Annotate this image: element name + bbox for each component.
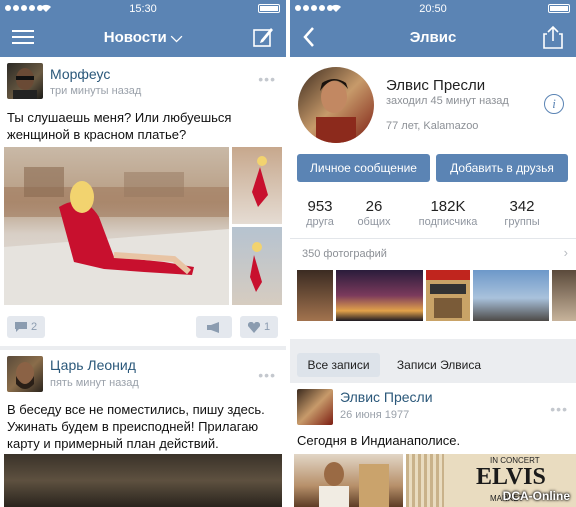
status-bar: 15:30 [0, 0, 286, 17]
post-photo[interactable] [294, 454, 403, 507]
comments-button[interactable]: 2 [7, 316, 45, 338]
like-button[interactable]: 1 [240, 316, 278, 338]
post-text: Сегодня в Индианаполисе. [297, 433, 461, 448]
photo-thumbnail[interactable] [426, 270, 470, 321]
message-button[interactable]: Личное сообщение [297, 154, 430, 182]
signal-icon [5, 5, 43, 11]
navigation-bar: Новости ⌵ [0, 17, 286, 57]
post-photo-3[interactable] [232, 227, 282, 305]
photo-thumbnail[interactable] [552, 270, 576, 321]
more-options-icon[interactable]: ••• [550, 401, 568, 417]
tab-all-posts[interactable]: Все записи [297, 353, 380, 377]
wifi-icon [330, 4, 342, 15]
profile-avatar[interactable] [298, 67, 374, 143]
profile-meta: 77 лет, Kalamazoo [386, 120, 479, 132]
navigation-bar: Элвис [290, 17, 576, 57]
post-photo-main[interactable] [4, 147, 229, 305]
status-time: 15:30 [129, 2, 157, 15]
avatar[interactable] [297, 389, 333, 425]
compose-icon[interactable] [252, 25, 274, 49]
post-time: пять минут назад [50, 377, 139, 389]
add-friend-button[interactable]: Добавить в друзья [436, 154, 568, 182]
signal-icon [295, 5, 333, 11]
stat-friends[interactable]: 953 друга [290, 198, 350, 228]
post-time: три минуты назад [50, 85, 142, 97]
last-seen: заходил 45 минут назад [386, 95, 509, 107]
avatar[interactable] [7, 356, 43, 392]
photo-thumbnail[interactable] [473, 270, 549, 321]
back-icon[interactable] [302, 26, 324, 48]
stat-followers[interactable]: 182K подписчика [412, 198, 484, 228]
feed-post: Морфеус три минуты назад ••• Ты слушаешь… [0, 57, 286, 346]
menu-icon[interactable] [12, 26, 34, 48]
battery-icon [548, 4, 570, 13]
watermark: DCA-Online [502, 489, 570, 503]
share-icon[interactable] [542, 25, 564, 49]
wifi-icon [40, 4, 52, 15]
post-author[interactable]: Элвис Пресли [340, 389, 433, 405]
share-button[interactable] [196, 316, 232, 338]
status-bar: 20:50 [290, 0, 576, 17]
page-title: Элвис [409, 28, 457, 46]
tab-elvis-posts[interactable]: Записи Элвиса [386, 353, 492, 377]
info-icon[interactable]: i [544, 94, 564, 114]
photo-thumbnail[interactable] [336, 270, 423, 321]
more-options-icon[interactable]: ••• [258, 71, 276, 87]
battery-icon [258, 4, 280, 13]
chevron-right-icon[interactable]: › [564, 245, 568, 260]
more-options-icon[interactable]: ••• [258, 367, 276, 383]
status-time: 20:50 [419, 2, 447, 15]
post-text: Ты слушаешь меня? Или любуешься женщиной… [7, 110, 232, 142]
profile-screen: 20:50 Элвис Элвис Пресли заходил 45 мину… [290, 0, 576, 507]
photos-count[interactable]: 350 фотографий [302, 248, 387, 260]
post-actions: 2 1 [0, 309, 286, 343]
comment-icon [14, 322, 27, 332]
separator [290, 238, 576, 239]
post-photo-2[interactable] [232, 147, 282, 224]
post-author[interactable]: Морфеус [50, 66, 110, 82]
profile-name: Элвис Пресли [386, 77, 486, 94]
post-text: В беседу все не поместились, пишу здесь.… [7, 402, 265, 451]
megaphone-icon [207, 321, 219, 333]
post-photo-main[interactable] [4, 454, 282, 507]
stat-groups[interactable]: 342 группы [492, 198, 552, 228]
news-feed-screen: 15:30 Новости ⌵ Морфеус три минуты назад… [0, 0, 286, 507]
ticket-title: ELVIS [476, 464, 546, 490]
feed-post: Царь Леонид пять минут назад ••• В бесед… [0, 350, 286, 507]
post-date: 26 июня 1977 [340, 409, 410, 421]
photo-thumbnail[interactable] [297, 270, 333, 321]
stat-common[interactable]: 26 общих [344, 198, 404, 228]
news-title-dropdown[interactable]: Новости ⌵ [104, 29, 182, 46]
avatar[interactable] [7, 63, 43, 99]
heart-icon [247, 321, 260, 333]
post-author[interactable]: Царь Леонид [50, 357, 136, 373]
